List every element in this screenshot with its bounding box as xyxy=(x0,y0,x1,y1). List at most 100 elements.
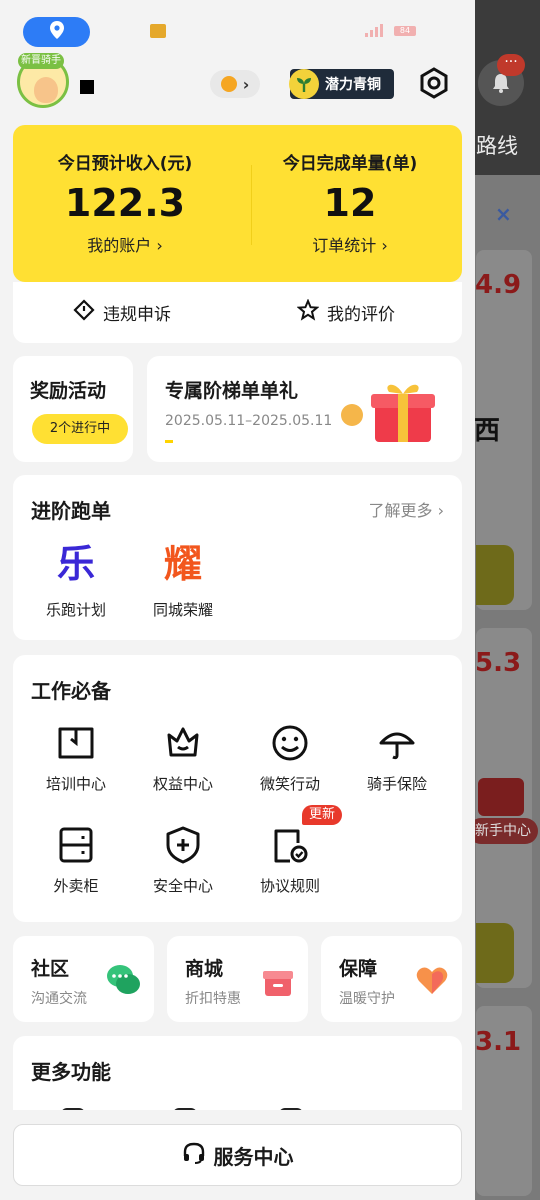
tool-label: 安全中心 xyxy=(152,877,213,895)
close-icon[interactable]: × xyxy=(495,202,512,226)
advanced-running-title: 进阶跑单 xyxy=(31,499,111,523)
safety-center-item[interactable]: 安全中心 xyxy=(133,825,233,896)
tier-gift-card[interactable]: 专属阶梯单单礼 2025.05.11–2025.05.11 xyxy=(147,356,462,462)
background-route-label: 路线 xyxy=(476,134,518,158)
locker-icon xyxy=(56,825,96,865)
protection-card[interactable]: 保障 温暖守护 xyxy=(321,936,462,1022)
le-run-icon: 乐 xyxy=(56,542,95,586)
headset-icon xyxy=(182,1141,206,1170)
income-column[interactable]: 今日预计收入(元) 122.3 我的账户 › xyxy=(13,125,237,282)
rider-insurance-item[interactable]: 骑手保险 xyxy=(347,723,447,794)
umbrella-icon xyxy=(377,723,417,763)
my-reviews-button[interactable]: 我的评价 xyxy=(296,282,395,343)
tier-label: 潜力青铜 xyxy=(325,77,381,93)
tier-gift-progress xyxy=(165,440,173,443)
bell-badge: ··· xyxy=(497,54,525,76)
tier-badge[interactable]: 潜力青铜 xyxy=(289,69,394,99)
shield-plus-icon xyxy=(163,825,203,865)
tool-label: 外卖柜 xyxy=(53,877,99,895)
chevron-right-icon: › xyxy=(242,74,250,94)
signal-icon xyxy=(365,22,385,37)
orders-value: 12 xyxy=(323,181,377,225)
reward-title: 奖励活动 xyxy=(30,380,107,402)
tier-gift-date: 2025.05.11–2025.05.11 xyxy=(165,413,333,429)
tool-label: 协议规则 xyxy=(259,877,320,895)
profile-header: 新晋骑手 › 潜力青铜 xyxy=(0,50,475,120)
tool-label: 骑手保险 xyxy=(366,775,427,793)
background-price: 3.1 xyxy=(475,1027,522,1057)
income-summary-card: 今日预计收入(元) 122.3 我的账户 › 今日完成单量(单) 12 订单统计… xyxy=(13,125,462,282)
star-icon xyxy=(296,298,320,326)
chat-bubbles-icon xyxy=(106,962,142,998)
appeal-card: 违规申诉 我的评价 xyxy=(13,282,462,343)
community-card[interactable]: 社区 沟通交流 xyxy=(13,936,154,1022)
book-icon xyxy=(56,723,96,763)
bottom-bar: 服务中心 xyxy=(0,1110,475,1200)
benefits-center-item[interactable]: 权益中心 xyxy=(133,723,233,794)
gift-icon xyxy=(478,778,524,816)
smile-action-item[interactable]: 微笑行动 xyxy=(240,723,340,794)
document-check-icon xyxy=(270,825,310,865)
smile-icon xyxy=(270,723,310,763)
locker-item[interactable]: 外卖柜 xyxy=(26,825,126,896)
orders-column[interactable]: 今日完成单量(单) 12 订单统计 › xyxy=(238,125,462,282)
tool-label: 权益中心 xyxy=(152,775,213,793)
service-center-button[interactable]: 服务中心 xyxy=(13,1124,462,1186)
background-button xyxy=(476,545,514,605)
work-essentials-title: 工作必备 xyxy=(31,679,111,703)
diamond-flag-icon xyxy=(73,299,95,326)
community-subtitle: 沟通交流 xyxy=(31,991,87,1007)
glory-icon: 耀 xyxy=(163,542,202,586)
heart-shield-icon xyxy=(414,962,450,998)
income-label: 今日预计收入(元) xyxy=(57,154,193,174)
coin-icon xyxy=(220,76,237,92)
background-newbie-pill: 新手中心 xyxy=(468,818,538,844)
agreement-rules-item[interactable]: 更新 协议规则 xyxy=(240,805,342,896)
city-glory-label: 同城荣耀 xyxy=(152,601,213,619)
coin-icon xyxy=(341,404,363,426)
username-redacted xyxy=(80,80,94,94)
background-price: 5.3 xyxy=(475,648,522,678)
gift-box-icon xyxy=(260,962,296,998)
side-drawer: 84 新晋骑手 › 潜力青铜 今日预计收入(元) 122.3 我的账户 › 今日… xyxy=(0,0,475,1200)
crown-icon xyxy=(163,723,203,763)
tool-label: 微笑行动 xyxy=(259,775,320,793)
city-glory-item[interactable]: 耀 同城荣耀 xyxy=(141,541,225,620)
status-bar: 84 xyxy=(0,0,475,56)
my-account-link[interactable]: 我的账户 › xyxy=(13,232,237,256)
update-badge: 更新 xyxy=(302,805,342,825)
order-stats-link[interactable]: 订单统计 › xyxy=(238,232,462,256)
mall-title: 商城 xyxy=(185,958,224,980)
avatar-face xyxy=(34,77,58,103)
notification-app-icon xyxy=(150,24,166,38)
violation-appeal-button[interactable]: 违规申诉 xyxy=(73,282,171,343)
reward-activity-card[interactable]: 奖励活动 2个进行中 xyxy=(13,356,133,462)
protection-title: 保障 xyxy=(339,958,378,980)
background-text: 西 xyxy=(474,416,501,446)
training-center-item[interactable]: 培训中心 xyxy=(26,723,126,794)
le-run-plan-item[interactable]: 乐 乐跑计划 xyxy=(34,541,118,620)
service-center-label: 服务中心 xyxy=(213,1144,294,1169)
advanced-running-card: 进阶跑单 了解更多 › 乐 乐跑计划 耀 同城荣耀 xyxy=(13,475,462,640)
income-value: 122.3 xyxy=(64,181,186,225)
more-functions-title: 更多功能 xyxy=(31,1060,111,1084)
reward-count-badge: 2个进行中 xyxy=(32,414,128,444)
community-title: 社区 xyxy=(31,958,70,980)
background-button xyxy=(476,923,514,983)
tier-gift-title: 专属阶梯单单礼 xyxy=(165,380,299,402)
battery-icon: 84 xyxy=(394,26,416,36)
mall-card[interactable]: 商城 折扣特惠 xyxy=(167,936,308,1022)
level-button[interactable]: › xyxy=(210,70,260,98)
orders-label: 今日完成单量(单) xyxy=(282,154,418,174)
learn-more-link[interactable]: 了解更多 › xyxy=(369,497,445,521)
sprout-icon xyxy=(289,69,319,99)
location-pill[interactable] xyxy=(23,17,90,47)
protection-subtitle: 温暖守护 xyxy=(339,991,395,1007)
tool-label: 培训中心 xyxy=(45,775,106,793)
le-run-label: 乐跑计划 xyxy=(45,601,106,619)
avatar-rank-tag: 新晋骑手 xyxy=(18,53,64,69)
my-reviews-label: 我的评价 xyxy=(327,305,395,325)
settings-gear-icon[interactable] xyxy=(418,67,450,99)
background-price: 4.9 xyxy=(475,270,522,300)
violation-appeal-label: 违规申诉 xyxy=(103,305,171,325)
